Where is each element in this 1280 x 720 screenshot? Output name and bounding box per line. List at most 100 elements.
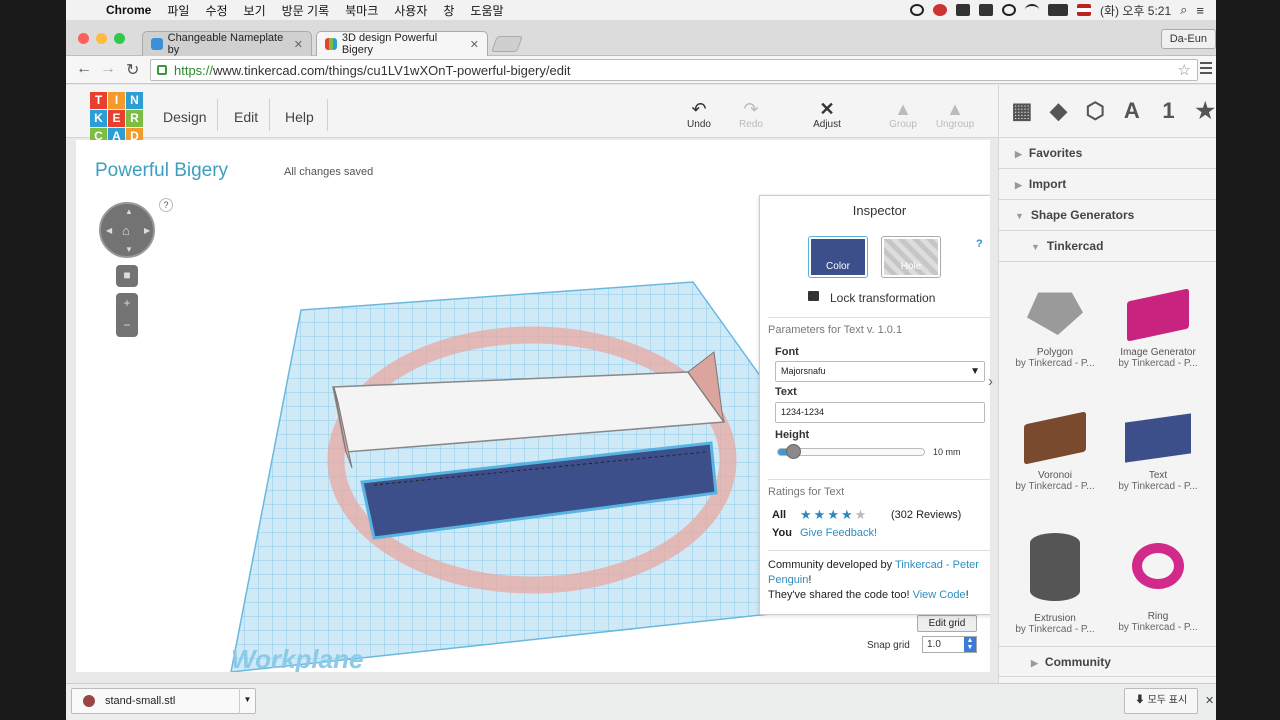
view-nav-ring[interactable]: ▲ ◀ ▶ ▼ ⌂ [99,202,155,258]
spotlight-icon[interactable]: ⌕ [1180,2,1187,18]
edit-grid-button[interactable]: Edit grid [917,615,977,632]
shape-ring[interactable]: Ring by Tinkercad - P... [1108,543,1208,633]
inspector-title: Inspector [852,203,907,218]
menu-bookmarks[interactable]: 북마크 [337,2,386,19]
close-window-button[interactable] [78,33,89,44]
zoom-window-button[interactable] [114,33,125,44]
ungroup-button[interactable]: ▲ Ungroup [930,99,980,130]
shape-name: Image Generator [1120,347,1196,358]
lock-icon[interactable] [808,291,819,301]
section-favorites[interactable]: ▶ Favorites [999,138,1216,169]
notification-icon[interactable] [932,4,947,16]
box-icon[interactable]: ◆ [1048,98,1070,124]
font-select[interactable]: Majorsnafu ▼ [775,361,985,382]
shape-extrusion[interactable]: Extrusion by Tinkercad - P... [1005,533,1105,635]
input-source-icon[interactable] [1076,4,1091,16]
shape-polygon[interactable]: Polygon by Tinkercad - P... [1005,285,1105,369]
menu-view[interactable]: 보기 [236,2,274,19]
home-view-icon[interactable]: ⌂ [122,223,130,238]
shape-author: by Tinkercad - P... [1015,481,1095,492]
shape-name: Extrusion [1034,613,1076,624]
inspector-help-icon[interactable]: ? [976,238,983,250]
section-import[interactable]: ▶ Import [999,169,1216,200]
notification-center-icon[interactable]: ≡ [1196,3,1204,18]
tab-tinkercad[interactable]: 3D design Powerful Bigery ✕ [316,31,488,56]
forward-icon[interactable]: → [100,60,116,78]
address-bar[interactable]: https:// www.tinkercad.com/things/cu1LV1… [150,59,1198,81]
shape-image-generator[interactable]: Image Generator by Tinkercad - P... [1108,285,1208,369]
arrow-down-icon[interactable]: ▼ [125,245,133,254]
arrow-right-icon[interactable]: ▶ [144,226,150,235]
menu-help[interactable]: 도움말 [462,2,511,19]
star-icon[interactable]: ★ [1194,98,1216,124]
menubar-clock[interactable]: (화) 오후 5:21 [1100,2,1171,19]
lock-transformation-label[interactable]: Lock transformation [830,291,935,305]
subsection-tinkercad[interactable]: ▼ Tinkercad [999,231,1216,262]
back-icon[interactable]: ← [76,60,92,78]
undo-button[interactable]: ↶ Undo [674,99,724,130]
snap-grid-select[interactable]: 1.0 ▲ ▼ [922,636,977,653]
menu-edit[interactable]: 수정 [197,2,235,19]
show-all-downloads-button[interactable]: ⬇ 모두 표시 [1124,688,1198,714]
give-feedback-link[interactable]: Give Feedback! [800,527,877,539]
number-icon[interactable]: 1 [1158,98,1180,124]
shape-voronoi[interactable]: Voronoi by Tinkercad - P... [1005,411,1105,492]
text-input[interactable]: 1234-1234 [775,402,985,423]
profile-button[interactable]: Da-Eun [1160,29,1216,49]
battery-icon[interactable] [1047,4,1068,16]
height-slider[interactable] [777,444,925,459]
section-community[interactable]: ▶ Community [999,646,1216,677]
grid-icon[interactable]: ▦ [1011,98,1033,124]
group-button[interactable]: ▲ Group [878,99,928,130]
menu-file[interactable]: 파일 [159,2,197,19]
close-tab-icon[interactable]: ✕ [294,38,303,51]
menu-design[interactable]: Design [163,109,207,125]
zoom-in-button[interactable]: + [116,293,138,315]
bookmark-star-icon[interactable]: ☆ [1178,61,1191,79]
spinner-icon[interactable]: ▲ ▼ [964,637,976,652]
redo-button[interactable]: ↷ Redo [726,99,776,130]
menu-people[interactable]: 사용자 [386,2,435,19]
star-icon: ★ [800,507,814,522]
minimize-window-button[interactable] [96,33,107,44]
chevron-down-icon[interactable]: ▼ [239,688,255,714]
zoom-out-button[interactable]: − [116,315,138,337]
arrow-up-icon[interactable]: ▲ [125,207,133,216]
adjust-button[interactable]: ✕ Adjust [802,99,852,130]
tinkercad-logo[interactable]: TINKERCAD [90,92,143,145]
3d-viewport[interactable]: Workplane Powerful Bigery All changes sa… [76,140,990,672]
project-title[interactable]: Powerful Bigery [95,160,228,182]
chrome-menu-icon[interactable] [1200,62,1212,77]
color-button[interactable]: Color [808,236,868,278]
view-code-link[interactable]: View Code [913,589,966,601]
time-machine-icon[interactable] [1001,4,1016,16]
parameters-title: Parameters for Text v. 1.0.1 [768,324,903,336]
record-icon[interactable] [909,4,924,16]
menu-help-app[interactable]: Help [285,109,314,125]
cube-icon[interactable]: ⬡ [1084,98,1106,124]
letter-icon[interactable]: A [1121,98,1143,124]
arrow-left-icon[interactable]: ◀ [106,226,112,235]
logo-letter: K [90,110,107,127]
section-shape-generators[interactable]: ▼ Shape Generators [999,200,1216,231]
view-cube-button[interactable]: ■ [116,265,138,287]
menu-app-name[interactable]: Chrome [98,3,159,17]
wifi-icon[interactable] [1024,4,1039,16]
view-help-icon[interactable]: ? [159,198,173,212]
menu-window[interactable]: 창 [435,2,462,19]
half-star-icon: ★ [854,507,869,522]
menu-edit-app[interactable]: Edit [234,109,258,125]
close-downloads-icon[interactable]: ✕ [1205,694,1214,707]
tab-nameplate[interactable]: Changeable Nameplate by ✕ [142,31,312,56]
adobe-icon[interactable] [978,4,993,16]
collapse-panel-icon[interactable]: › [988,373,993,390]
new-tab-button[interactable] [491,36,523,52]
close-tab-icon[interactable]: ✕ [470,38,479,51]
download-item[interactable]: stand-small.stl ▼ [71,688,256,714]
height-slider-handle[interactable] [785,444,801,459]
hole-button[interactable]: Hole [881,236,941,278]
drive-icon[interactable] [955,4,970,16]
reload-icon[interactable]: ↻ [126,60,139,80]
shape-text[interactable]: Text by Tinkercad - P... [1108,413,1208,492]
menu-history[interactable]: 방문 기록 [274,2,338,19]
